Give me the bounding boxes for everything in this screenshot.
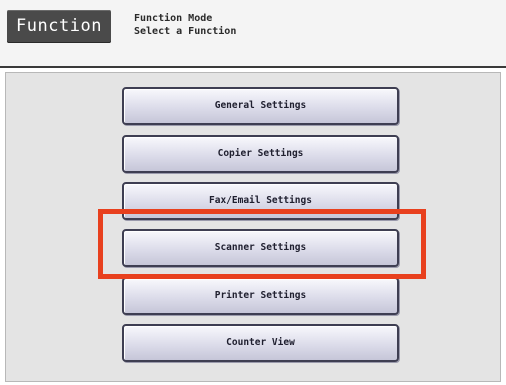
instruction-text: Select a Function: [134, 26, 237, 37]
mode-title: Function Mode: [134, 13, 213, 24]
device-screen: Function Function Mode Select a Function…: [0, 0, 506, 385]
counter-view-button[interactable]: Counter View: [122, 324, 399, 362]
scanner-settings-button[interactable]: Scanner Settings: [122, 229, 399, 267]
general-settings-button[interactable]: General Settings: [122, 87, 399, 125]
printer-settings-button[interactable]: Printer Settings: [122, 277, 399, 315]
header-bar: Function Function Mode Select a Function: [0, 0, 506, 68]
function-tab[interactable]: Function: [7, 10, 111, 43]
copier-settings-button[interactable]: Copier Settings: [122, 135, 399, 173]
fax-email-settings-button[interactable]: Fax/Email Settings: [122, 182, 399, 220]
header-message: Function Mode Select a Function: [134, 12, 236, 38]
